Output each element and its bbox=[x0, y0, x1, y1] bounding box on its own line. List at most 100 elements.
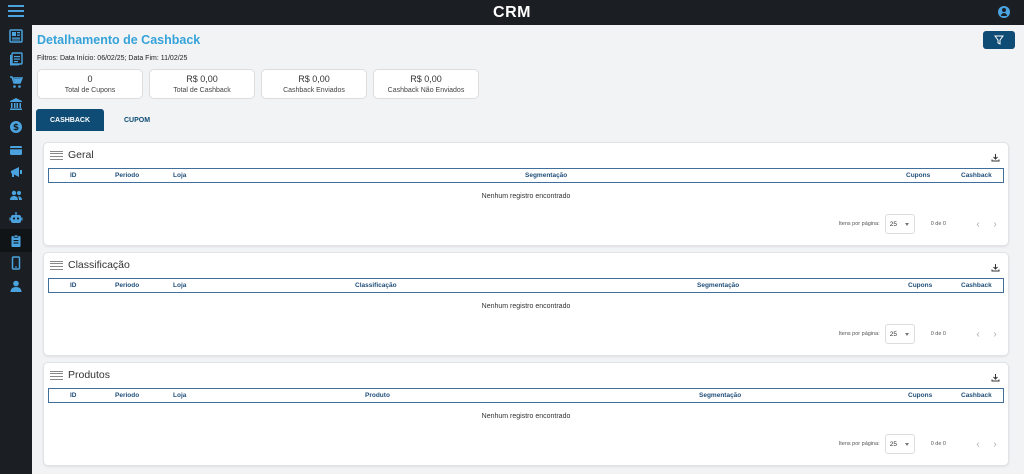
summary-label: Total de Cashback bbox=[173, 87, 231, 94]
items-per-page-label: Itens por página: bbox=[838, 221, 880, 227]
tab-cashback[interactable]: CASHBACK bbox=[36, 109, 104, 131]
prev-page-button[interactable]: ‹ bbox=[973, 329, 983, 340]
sidebar-item-wallet[interactable] bbox=[0, 138, 32, 161]
filters-summary: Filtros: Data Início: 06/02/25; Data Fim… bbox=[37, 55, 188, 62]
column-header[interactable]: Periodo bbox=[115, 172, 139, 179]
sidebar-item-automation[interactable] bbox=[0, 207, 32, 230]
column-header[interactable]: Loja bbox=[173, 392, 186, 399]
panel-geral: Geral ID Periodo Loja Segmentação Cupons… bbox=[43, 142, 1009, 246]
megaphone-icon bbox=[11, 167, 22, 178]
phone-icon bbox=[11, 256, 21, 270]
column-header[interactable]: Loja bbox=[173, 282, 186, 289]
panel-header: Produtos bbox=[50, 369, 110, 381]
column-header[interactable]: Produto bbox=[365, 392, 390, 399]
column-header[interactable]: Cashback bbox=[961, 172, 992, 179]
next-page-button[interactable]: › bbox=[990, 219, 1000, 230]
filter-button[interactable] bbox=[983, 31, 1015, 49]
summary-value: R$ 0,00 bbox=[410, 74, 442, 84]
prev-page-button[interactable]: ‹ bbox=[973, 219, 983, 230]
tab-cupom[interactable]: CUPOM bbox=[104, 109, 170, 131]
drag-handle-icon[interactable] bbox=[50, 370, 63, 380]
column-header[interactable]: Cupons bbox=[908, 282, 932, 289]
summary-card-total-cashback: R$ 0,00 Total de Cashback bbox=[149, 69, 255, 99]
robot-icon bbox=[9, 211, 23, 223]
tab-bar: CASHBACK CUPOM bbox=[36, 109, 170, 131]
panel-header: Geral bbox=[50, 149, 94, 161]
sidebar-item-finance[interactable] bbox=[0, 93, 32, 116]
column-header[interactable]: Periodo bbox=[115, 282, 139, 289]
prev-page-button[interactable]: ‹ bbox=[973, 439, 983, 450]
sidebar-item-mobile[interactable] bbox=[0, 252, 32, 275]
column-header[interactable]: Classificação bbox=[355, 282, 397, 289]
summary-label: Total de Cupons bbox=[64, 87, 116, 94]
range-label: 0 de 0 bbox=[930, 441, 946, 447]
paginator: Itens por página: 25 0 de 0 ‹ › bbox=[839, 434, 1000, 454]
empty-message: Nenhum registro encontrado bbox=[481, 303, 571, 310]
sidebar-item-cashback[interactable] bbox=[0, 229, 32, 252]
svg-text:$: $ bbox=[13, 123, 19, 133]
sidebar-item-customers[interactable] bbox=[0, 184, 32, 207]
column-header[interactable]: Loja bbox=[173, 172, 186, 179]
column-header[interactable]: ID bbox=[70, 172, 77, 179]
table-header: ID Periodo Loja Classificação Segmentaçã… bbox=[48, 278, 1004, 293]
page-title: Detalhamento de Cashback bbox=[37, 33, 201, 47]
app-title: CRM bbox=[493, 3, 531, 21]
clipboard-icon bbox=[11, 234, 21, 247]
paginator: Itens por página: 25 0 de 0 ‹ › bbox=[839, 214, 1000, 234]
cart-icon bbox=[10, 75, 23, 88]
next-page-button[interactable]: › bbox=[990, 439, 1000, 450]
sidebar-item-reports[interactable] bbox=[0, 48, 32, 71]
summary-card-cashback-nao-enviados: R$ 0,00 Cashback Não Enviados bbox=[373, 69, 479, 99]
sidebar-item-campaigns[interactable] bbox=[0, 161, 32, 184]
summary-label: Cashback Não Enviados bbox=[387, 87, 465, 94]
sidebar: $ bbox=[0, 25, 32, 474]
summary-value: R$ 0,00 bbox=[298, 74, 330, 84]
column-header[interactable]: ID bbox=[70, 282, 77, 289]
items-per-page-select[interactable]: 25 bbox=[884, 324, 915, 344]
panel-title: Classificação bbox=[68, 259, 130, 271]
panel-produtos: Produtos ID Periodo Loja Produto Segment… bbox=[43, 362, 1009, 466]
summary-card-total-cupons: 0 Total de Cupons bbox=[37, 69, 143, 99]
account-icon[interactable] bbox=[998, 6, 1010, 18]
download-icon[interactable] bbox=[991, 263, 1000, 272]
column-header[interactable]: Cupons bbox=[906, 172, 930, 179]
report-icon bbox=[10, 52, 23, 66]
column-header[interactable]: Segmentação bbox=[697, 282, 739, 289]
wallet-icon bbox=[10, 145, 22, 155]
column-header[interactable]: ID bbox=[70, 392, 77, 399]
panel-classificacao: Classificação ID Periodo Loja Classifica… bbox=[43, 252, 1009, 356]
drag-handle-icon[interactable] bbox=[50, 150, 63, 160]
items-per-page-select[interactable]: 25 bbox=[884, 434, 915, 454]
menu-icon[interactable] bbox=[8, 5, 24, 19]
column-header[interactable]: Cashback bbox=[961, 392, 992, 399]
panel-header: Classificação bbox=[50, 259, 130, 271]
column-header[interactable]: Segmentação bbox=[699, 392, 741, 399]
summary-cards: 0 Total de Cupons R$ 0,00 Total de Cashb… bbox=[37, 69, 479, 99]
panel-title: Geral bbox=[68, 149, 94, 161]
summary-card-cashback-enviados: R$ 0,00 Cashback Enviados bbox=[261, 69, 367, 99]
download-icon[interactable] bbox=[991, 373, 1000, 382]
download-icon[interactable] bbox=[991, 153, 1000, 162]
empty-message: Nenhum registro encontrado bbox=[481, 413, 571, 420]
drag-handle-icon[interactable] bbox=[50, 260, 63, 270]
column-header[interactable]: Cashback bbox=[961, 282, 992, 289]
sidebar-item-sales[interactable] bbox=[0, 70, 32, 93]
panel-title: Produtos bbox=[68, 369, 111, 381]
sidebar-item-users[interactable] bbox=[0, 275, 32, 298]
sidebar-item-dashboard[interactable] bbox=[0, 25, 32, 48]
items-per-page-label: Itens por página: bbox=[838, 331, 880, 337]
column-header[interactable]: Segmentação bbox=[525, 172, 567, 179]
filter-icon bbox=[994, 35, 1004, 45]
column-header[interactable]: Cupons bbox=[908, 392, 932, 399]
summary-label: Cashback Enviados bbox=[283, 87, 345, 94]
table-header: ID Periodo Loja Produto Segmentação Cupo… bbox=[48, 388, 1004, 403]
column-header[interactable]: Periodo bbox=[115, 392, 139, 399]
main-content: Detalhamento de Cashback Filtros: Data I… bbox=[32, 25, 1024, 474]
next-page-button[interactable]: › bbox=[990, 329, 1000, 340]
range-label: 0 de 0 bbox=[930, 221, 946, 227]
sidebar-item-payments[interactable]: $ bbox=[0, 116, 32, 139]
people-icon bbox=[10, 190, 22, 201]
items-per-page-select[interactable]: 25 bbox=[884, 214, 915, 234]
summary-value: R$ 0,00 bbox=[186, 74, 218, 84]
top-bar: CRM bbox=[0, 0, 1024, 25]
